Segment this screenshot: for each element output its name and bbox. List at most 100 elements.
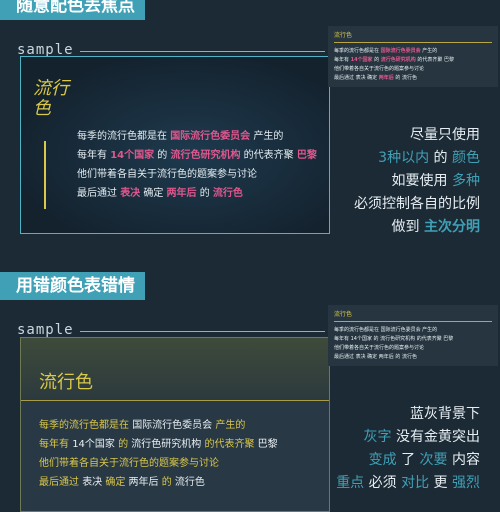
section2.para-line: 每季的流行色都是在 国际流行色委员会 产生的 (39, 416, 278, 435)
section1.para-segment: 的 (154, 150, 171, 161)
section1.para-segment: 流行色研究机构 (170, 150, 241, 161)
section1.right-segment: 的 (429, 150, 452, 166)
section1.mini.lines-line: 每年有 14个国家 的 流行色研究机构 的代表齐聚 巴黎 (334, 56, 492, 65)
section2.para-segment: 巴黎 (257, 439, 278, 450)
section1.mini.lines-segment: 每年有 (334, 57, 351, 63)
section2.right-segment: 更 (429, 475, 452, 491)
mini-card-1: 流行色 每季的流行色都是在 国际流行色委员会 产生的 每年有 14个国家 的 流行… (328, 26, 498, 87)
section1.right-segment: 多种 (452, 173, 480, 189)
section1.mini.lines-segment: 产生的 (420, 48, 438, 54)
section1.para-segment: 他们带着各自关于流行色的题案参与讨论 (77, 169, 257, 180)
section1.mini.lines-segment: 他们带着各自关于流行色的题案参与讨论 (334, 66, 425, 72)
section1.right-segment: 主次分明 (424, 219, 480, 235)
section2.right-line: 灰字 没有金黄突出 (336, 426, 480, 449)
mini-card-body-1: 每季的流行色都是在 国际流行色委员会 产生的 每年有 14个国家 的 流行色研究机… (334, 47, 492, 83)
section2.mini.lines-line: 他们带着各自关于流行色的题案参与讨论 (334, 344, 492, 353)
section2.right-segment: 蓝灰背景下 (410, 406, 480, 422)
section2.right-segment: 变成 (368, 452, 397, 468)
sample-underline-1 (80, 51, 325, 52)
section2.right-line: 变成 了 次要 内容 (336, 449, 480, 472)
section1.right-line: 尽量只使用 (354, 124, 480, 147)
section2.mini.lines-line: 每季的流行色都是在 国际流行色委员会 产生的 (334, 326, 492, 335)
section1.mini.lines-segment: 最后通过 表决 确定 (334, 75, 379, 81)
section2.para-segment: 的 (114, 439, 132, 450)
section2.para-segment: 产生的 (212, 420, 246, 431)
section1.mini.lines-line: 最后通过 表决 确定 两年后 的 流行色 (334, 74, 492, 83)
section2.mini.lines-segment: 每年有 14个国家 的 流行色研究机构 的代表齐聚 巴黎 (334, 336, 454, 342)
section2.mini.lines-segment: 他们带着各自关于流行色的题案参与讨论 (334, 345, 425, 351)
section1.right-line: 做到 主次分明 (354, 216, 480, 239)
section2.para-segment: 14个国家 (72, 439, 115, 450)
section1.para-segment: 确定 (140, 188, 167, 199)
section2.para-segment: 流行色研究机构 (131, 439, 202, 450)
section1.para-segment: 的 (196, 188, 213, 199)
sample-card-1: 流行色 每季的流行色都是在 国际流行色委员会 产生的 每年有 14个国家 的 流行… (20, 56, 330, 234)
card-paragraph-1: 每季的流行色都是在 国际流行色委员会 产生的 每年有 14个国家 的 流行色研究机… (77, 127, 317, 203)
section2.right-segment: 灰字 (363, 429, 392, 445)
section1.right-line: 3种以内 的 颜色 (354, 147, 480, 170)
section1.right-segment: 尽量只使用 (410, 127, 480, 143)
card-logo-vertical: 流行色 (31, 79, 81, 219)
mini-card-title-2: 流行色 (334, 309, 492, 322)
section1.mini.lines-segment: 国际流行色委员会 (380, 48, 421, 54)
section1.para-segment: 巴黎 (296, 150, 317, 161)
section1.mini.lines-segment: 两年后 (378, 75, 394, 81)
section1.para-line: 最后通过 表决 确定 两年后 的 流行色 (77, 184, 317, 203)
section1.mini.lines-segment: 的代表齐聚 巴黎 (415, 57, 454, 63)
section1.mini.lines-line: 每季的流行色都是在 国际流行色委员会 产生的 (334, 47, 492, 56)
section1.right-segment: 颜色 (452, 150, 480, 166)
section1.right-line: 必须控制各自的比例 (354, 193, 480, 216)
section1.right-segment: 如要使用 (391, 173, 452, 189)
section2.para-segment: 表决 (82, 477, 103, 488)
section-title-1: 随意配色丢焦点 (0, 0, 145, 20)
section1.right-segment: 3种以内 (378, 150, 430, 166)
mini-card-body-2: 每季的流行色都是在 国际流行色委员会 产生的每年有 14个国家 的 流行色研究机… (334, 326, 492, 362)
section2.para-segment: 国际流行色委员会 (132, 420, 213, 431)
right-text-1: 尽量只使用 3种以内 的 颜色 如要使用 多种 必须控制各自的比例 做到 主次分明 (354, 124, 480, 239)
card2-heading: 流行色 (39, 372, 93, 393)
section1.para-segment: 两年后 (166, 188, 197, 199)
mini-card-title-1: 流行色 (334, 30, 492, 43)
section2.right-segment: 次要 (419, 452, 448, 468)
section2.mini.lines-segment: 最后通过 表决 确定 两年后 的 流行色 (334, 354, 417, 360)
section2.right-line: 蓝灰背景下 (336, 403, 480, 426)
section2.para-segment: 他们带着各自关于流行色的题案参与讨论 (39, 458, 219, 469)
section1.right-segment: 做到 (391, 219, 424, 235)
section2.para-line: 每年有 14个国家 的 流行色研究机构 的代表齐聚 巴黎 (39, 435, 278, 454)
section1.para-line: 每年有 14个国家 的 流行色研究机构 的代表齐聚 巴黎 (77, 146, 317, 165)
right-text-2: 蓝灰背景下灰字 没有金黄突出 变成 了 次要 内容 重点 必须 对比 更 强烈 (336, 403, 480, 495)
section2.para-segment: 流行色 (174, 477, 205, 488)
section2.para-segment: 确定 (102, 477, 129, 488)
section1.mini.lines-segment: 每季的流行色都是在 (334, 48, 381, 54)
mini-card-2: 流行色 每季的流行色都是在 国际流行色委员会 产生的每年有 14个国家 的 流行… (328, 305, 498, 366)
section1.para-segment: 每季的流行色都是在 (77, 131, 171, 142)
section-title-2: 用错颜色表错情 (0, 272, 145, 300)
section1.para-line: 他们带着各自关于流行色的题案参与讨论 (77, 165, 317, 184)
section1.para-segment: 最后通过 (77, 188, 121, 199)
section2.right-segment: 必须 (364, 475, 402, 491)
section1.para-segment: 每年有 (77, 150, 111, 161)
section2.mini.lines-segment: 每季的流行色都是在 国际流行色委员会 产生的 (334, 327, 438, 333)
section2.para-line: 他们带着各自关于流行色的题案参与讨论 (39, 454, 278, 473)
section2.right-segment: 强烈 (452, 475, 480, 491)
sample-underline-2 (80, 331, 325, 332)
section1.para-segment: 流行色 (212, 188, 243, 199)
section2.mini.lines-line: 最后通过 表决 确定 两年后 的 流行色 (334, 353, 492, 362)
section2.para-segment: 最后通过 (39, 477, 83, 488)
card-logo-text: 流行色 (33, 78, 69, 119)
section2.right-line: 重点 必须 对比 更 强烈 (336, 472, 480, 495)
section1.mini.lines-segment: 的 流行色 (393, 75, 417, 81)
section2.para-segment: 每季的流行色都是在 (39, 420, 133, 431)
section1.mini.lines-line: 他们带着各自关于流行色的题案参与讨论 (334, 65, 492, 74)
section2.right-segment: 内容 (447, 452, 480, 468)
section2.para-line: 最后通过 表决 确定 两年后 的 流行色 (39, 473, 278, 492)
section2.para-segment: 两年后 (128, 477, 159, 488)
section1.mini.lines-segment: 14个国家 (350, 57, 373, 63)
section1.right-segment: 必须控制各自的比例 (354, 196, 480, 212)
section1.para-segment: 的代表齐聚 (240, 150, 297, 161)
card-paragraph-2: 每季的流行色都是在 国际流行色委员会 产生的 每年有 14个国家 的 流行色研究机… (39, 416, 278, 492)
section1.para-segment: 国际流行色委员会 (170, 131, 251, 142)
section1.mini.lines-segment: 的 (372, 57, 381, 63)
section1.para-segment: 表决 (120, 188, 141, 199)
section2.para-segment: 的代表齐聚 (201, 439, 258, 450)
